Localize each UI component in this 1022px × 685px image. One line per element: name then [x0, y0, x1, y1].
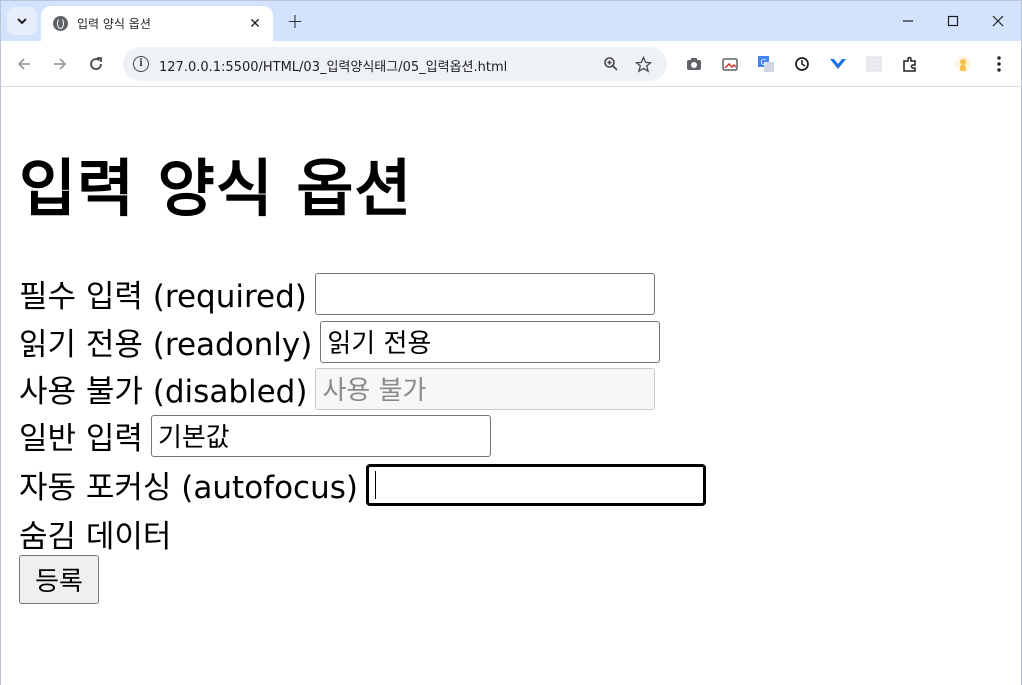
- puzzle-extensions-icon[interactable]: [900, 54, 920, 74]
- translate-extension-icon[interactable]: G: [756, 54, 776, 74]
- close-window-button[interactable]: [975, 7, 1021, 35]
- reload-button[interactable]: [84, 52, 108, 76]
- normal-label: 일반 입력: [19, 421, 143, 457]
- chevron-down-icon: [17, 18, 27, 25]
- field-normal: 일반 입력 기본값: [19, 413, 491, 458]
- zoom-icon[interactable]: [601, 54, 621, 74]
- site-info-icon[interactable]: i: [133, 56, 149, 72]
- submit-button[interactable]: 등록: [19, 555, 99, 604]
- autofocus-label: 자동 포커싱 (autofocus): [19, 470, 358, 506]
- camera-extension-icon[interactable]: [684, 54, 704, 74]
- minimize-icon: [903, 20, 913, 22]
- readonly-label: 읽기 전용 (readonly): [19, 327, 313, 363]
- page-title: 입력 양식 옵션: [19, 152, 413, 225]
- browser-toolbar: i 127.0.0.1:5500/HTML/03_입력양식태그/05_입력옵션.…: [1, 41, 1021, 87]
- required-label: 필수 입력 (required): [19, 279, 307, 315]
- download-extension-icon[interactable]: [828, 54, 848, 74]
- url-text: 127.0.0.1:5500/HTML/03_입력양식태그/05_입력옵션.ht…: [159, 60, 508, 75]
- tab-search-button[interactable]: [7, 7, 37, 35]
- reload-icon: [90, 57, 102, 70]
- page-content: 입력 양식 옵션 필수 입력 (required) 읽기 전용 (readonl…: [1, 88, 1021, 685]
- maximize-icon: [947, 15, 959, 27]
- svg-text:G: G: [761, 58, 767, 67]
- back-button[interactable]: [12, 52, 36, 76]
- maximize-button[interactable]: [930, 7, 976, 35]
- tab-title: 입력 양식 옵션: [77, 17, 151, 31]
- globe-icon: [53, 16, 68, 31]
- arrow-right-icon: [54, 58, 67, 70]
- disabled-input: 사용 불가: [315, 367, 656, 410]
- disabled-label: 사용 불가 (disabled): [19, 374, 308, 410]
- tab-close-icon[interactable]: ✕: [245, 14, 265, 34]
- autofocus-input[interactable]: [365, 463, 706, 506]
- field-readonly: 읽기 전용 (readonly) 읽기 전용: [19, 319, 661, 364]
- minimize-button[interactable]: [885, 7, 931, 35]
- grid-extension-icon[interactable]: [864, 54, 884, 74]
- field-disabled: 사용 불가 (disabled) 사용 불가: [19, 366, 656, 411]
- browser-tab[interactable]: 입력 양식 옵션 ✕: [41, 6, 273, 41]
- image-extension-icon[interactable]: [720, 54, 740, 74]
- sync-extension-icon[interactable]: [792, 54, 812, 74]
- field-required: 필수 입력 (required): [19, 271, 655, 316]
- field-hidden: 숨김 데이터: [19, 511, 171, 556]
- profile-avatar-icon[interactable]: [953, 54, 973, 74]
- bookmark-star-icon[interactable]: [633, 54, 653, 74]
- text-caret: [374, 470, 377, 499]
- forward-button[interactable]: [48, 52, 72, 76]
- required-input[interactable]: [314, 272, 655, 315]
- readonly-input[interactable]: 읽기 전용: [320, 320, 661, 363]
- browser-window: 입력 양식 옵션 ✕ + i 127.0.0.1:5500/HTML/03_입력…: [0, 0, 1022, 685]
- normal-input[interactable]: 기본값: [150, 414, 491, 457]
- close-icon: [992, 15, 1004, 27]
- menu-kebab-icon[interactable]: [989, 54, 1009, 74]
- address-bar[interactable]: i 127.0.0.1:5500/HTML/03_입력양식태그/05_입력옵션.…: [123, 47, 667, 81]
- hidden-data-label: 숨김 데이터: [19, 519, 172, 555]
- arrow-left-icon: [17, 58, 30, 70]
- tab-strip: 입력 양식 옵션 ✕ +: [1, 1, 1021, 41]
- field-autofocus: 자동 포커싱 (autofocus): [19, 462, 706, 507]
- new-tab-button[interactable]: +: [283, 9, 307, 33]
